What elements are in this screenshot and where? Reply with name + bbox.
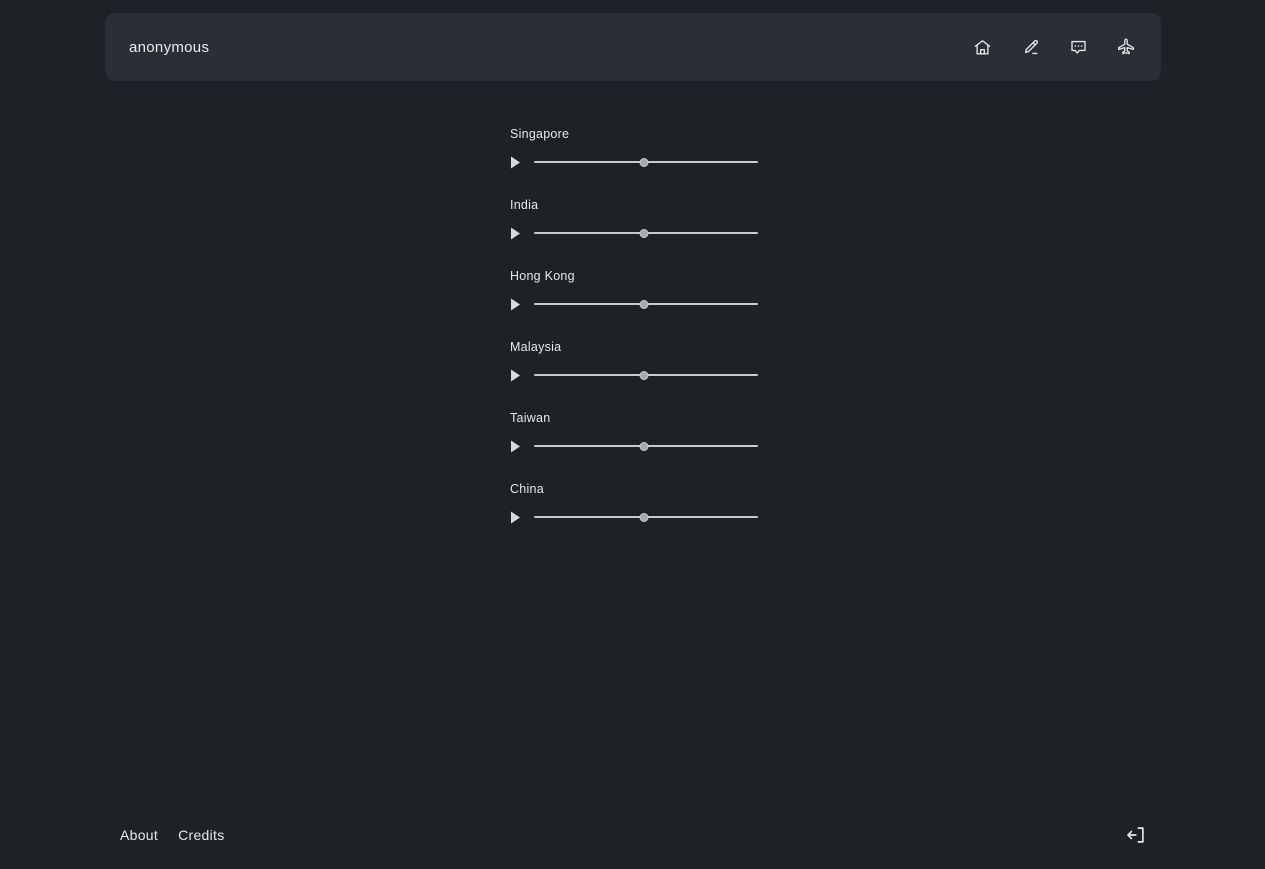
slider-thumb[interactable] bbox=[639, 228, 649, 238]
slider-input[interactable] bbox=[534, 509, 758, 525]
play-icon bbox=[510, 298, 521, 311]
play-button[interactable] bbox=[510, 439, 524, 453]
play-button[interactable] bbox=[510, 368, 524, 382]
pencil-icon bbox=[1021, 38, 1040, 57]
slider-row: Singapore bbox=[510, 128, 770, 172]
play-icon bbox=[510, 227, 521, 240]
footer-link-credits[interactable]: Credits bbox=[178, 828, 224, 842]
slider-row: Malaysia bbox=[510, 341, 770, 385]
slider-label: Singapore bbox=[510, 127, 570, 141]
slider-row: Taiwan bbox=[510, 412, 770, 456]
slider-label: Hong Kong bbox=[510, 269, 575, 283]
logout-icon bbox=[1125, 824, 1147, 846]
slider-label: Malaysia bbox=[510, 340, 562, 354]
airplane-icon bbox=[1116, 37, 1136, 57]
footer-link-about[interactable]: About bbox=[120, 828, 158, 842]
logout-button[interactable] bbox=[1122, 821, 1150, 849]
app-root: anonymous Singapore India Hong Kong Mala… bbox=[0, 0, 1265, 869]
play-button[interactable] bbox=[510, 226, 524, 240]
footer-link-group: About Credits bbox=[120, 828, 225, 842]
play-icon bbox=[510, 440, 521, 453]
slider-thumb[interactable] bbox=[639, 299, 649, 309]
edit-icon-button[interactable] bbox=[1015, 32, 1045, 62]
play-button[interactable] bbox=[510, 510, 524, 524]
slider-input[interactable] bbox=[534, 367, 758, 383]
footer: About Credits bbox=[0, 800, 1265, 869]
slider-thumb[interactable] bbox=[639, 441, 649, 451]
chat-bubble-icon bbox=[1069, 38, 1088, 57]
slider-row: Hong Kong bbox=[510, 270, 770, 314]
slider-thumb[interactable] bbox=[639, 512, 649, 522]
home-icon bbox=[973, 38, 992, 57]
slider-input[interactable] bbox=[534, 296, 758, 312]
header-icon-group bbox=[967, 32, 1141, 62]
airplane-icon-button[interactable] bbox=[1111, 32, 1141, 62]
slider-input[interactable] bbox=[534, 154, 758, 170]
play-icon bbox=[510, 369, 521, 382]
slider-input[interactable] bbox=[534, 438, 758, 454]
play-button[interactable] bbox=[510, 297, 524, 311]
page-title: anonymous bbox=[129, 38, 210, 56]
header-bar: anonymous bbox=[105, 13, 1161, 81]
play-icon bbox=[510, 156, 521, 169]
slider-control bbox=[510, 436, 770, 456]
slider-row: China bbox=[510, 483, 770, 527]
slider-control bbox=[510, 507, 770, 527]
slider-control bbox=[510, 223, 770, 243]
slider-thumb[interactable] bbox=[639, 157, 649, 167]
slider-control bbox=[510, 365, 770, 385]
play-icon bbox=[510, 511, 521, 524]
slider-input[interactable] bbox=[534, 225, 758, 241]
chat-icon-button[interactable] bbox=[1063, 32, 1093, 62]
slider-control bbox=[510, 294, 770, 314]
home-icon-button[interactable] bbox=[967, 32, 997, 62]
slider-row: India bbox=[510, 199, 770, 243]
slider-label: China bbox=[510, 482, 544, 496]
slider-control bbox=[510, 152, 770, 172]
slider-thumb[interactable] bbox=[639, 370, 649, 380]
slider-label: India bbox=[510, 198, 539, 212]
play-button[interactable] bbox=[510, 155, 524, 169]
slider-label: Taiwan bbox=[510, 411, 551, 425]
country-slider-list: Singapore India Hong Kong Malaysia Taiwa… bbox=[510, 128, 770, 527]
